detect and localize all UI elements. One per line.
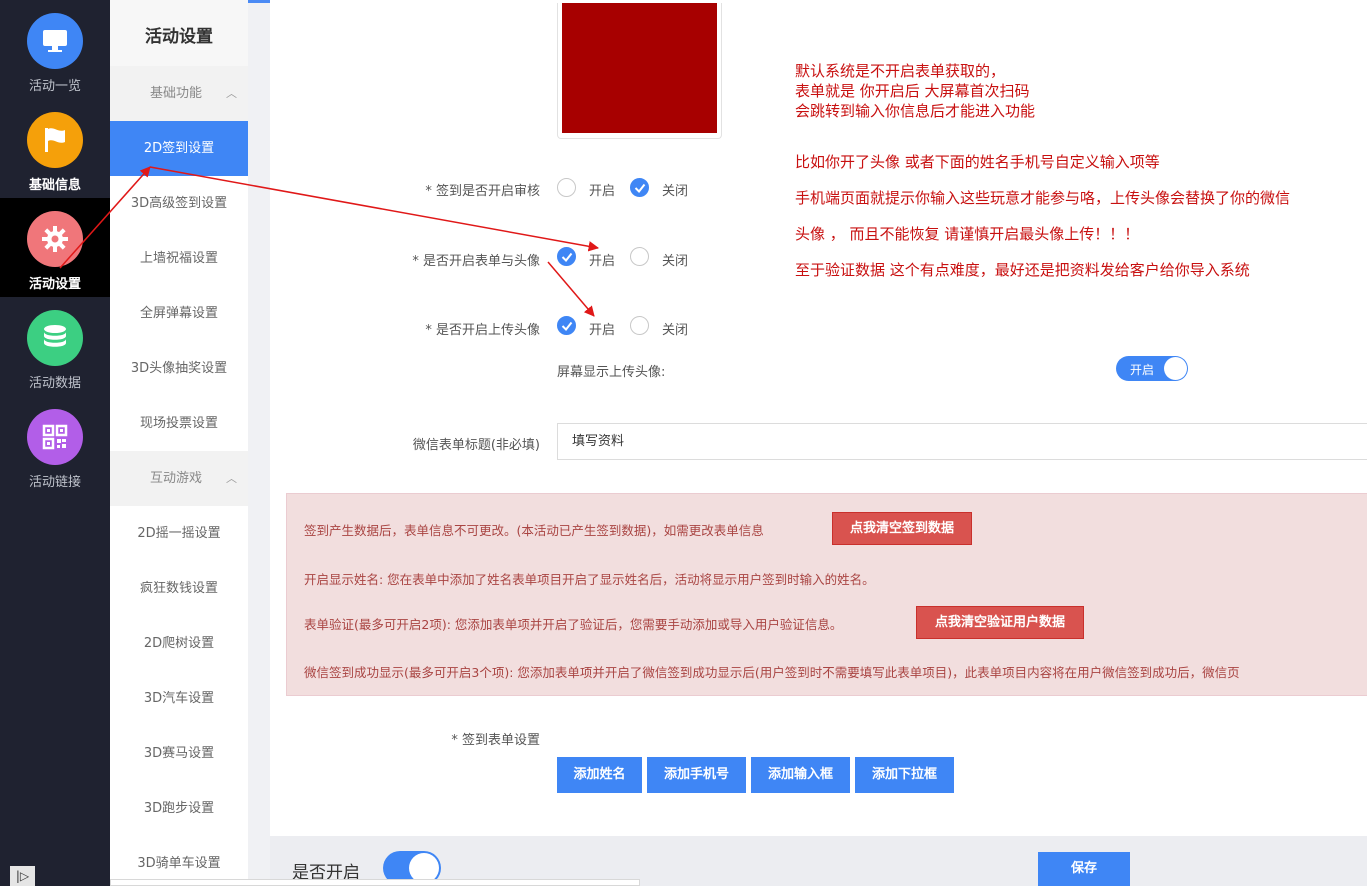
gear-icon	[27, 211, 83, 267]
audit-off-label: 关闭	[662, 184, 689, 199]
form-avatar-on-label: 开启	[589, 254, 616, 269]
icon-rail: 活动一览 基础信息 活动设置 活动数据 活动链接	[0, 0, 110, 886]
menu-item-danmaku[interactable]: 全屏弹幕设置	[110, 286, 248, 341]
chevron-up-icon: ︿	[226, 87, 237, 100]
clear-verify-data-button[interactable]: 点我清空验证用户数据	[916, 606, 1084, 639]
chevron-up-icon: ︿	[226, 472, 237, 485]
menu-item-car[interactable]: 3D汽车设置	[110, 671, 248, 726]
upload-avatar-on-radio[interactable]	[557, 316, 576, 335]
upload-avatar-on-label: 开启	[589, 323, 616, 338]
clear-signin-data-button[interactable]: 点我清空签到数据	[832, 512, 972, 545]
note-line: 表单就是 你开启后 大屏幕首次扫码	[795, 82, 1030, 100]
add-name-button[interactable]: 添加姓名	[557, 757, 642, 793]
uploaded-image	[562, 3, 717, 133]
main-panel	[270, 0, 1367, 836]
note-line: 头像 ， 而且不能恢复 请谨慎开启最头像上传！！！	[795, 225, 1140, 243]
menu-item-wall-blessing[interactable]: 上墙祝福设置	[110, 231, 248, 286]
menu-group-basic[interactable]: 基础功能 ︿	[110, 66, 248, 121]
upload-avatar-label: * 是否开启上传头像	[425, 323, 540, 338]
wechat-title-input[interactable]: 填写资料	[557, 423, 1367, 460]
rail-label: 活动一览	[28, 79, 81, 94]
info-alert: 签到产生数据后，表单信息不可更改。(本活动已产生签到数据)，如需更改表单信息 点…	[286, 493, 1367, 696]
audit-label: * 签到是否开启审核	[425, 184, 540, 199]
app: 活动一览 基础信息 活动设置 活动数据 活动链接 活动设置 基础功能 ︿ 2D签…	[0, 0, 1367, 886]
menu-group-games[interactable]: 互动游戏 ︿	[110, 451, 248, 506]
screen-avatar-label: 屏幕显示上传头像:	[557, 365, 666, 380]
rail-item-basic-info[interactable]: 基础信息	[0, 99, 110, 198]
note-line: 会跳转到输入你信息后才能进入功能	[795, 102, 1036, 120]
horizontal-scrollbar[interactable]	[110, 879, 640, 886]
rail-label: 基础信息	[28, 178, 81, 193]
rail-label: 活动数据	[28, 376, 81, 391]
add-phone-button[interactable]: 添加手机号	[647, 757, 746, 793]
note-line: 比如你开了头像 或者下面的姓名手机号自定义输入项等	[795, 153, 1160, 171]
qrcode-icon	[27, 409, 83, 465]
rail-item-links[interactable]: 活动链接	[0, 396, 110, 495]
rail-item-settings[interactable]: 活动设置	[0, 198, 110, 297]
note-line: 至于验证数据 这个有点难度，最好还是把资料发给客户给你导入系统	[795, 261, 1250, 279]
menu-group-label: 基础功能	[150, 86, 203, 101]
note-line: 手机端页面就提示你输入这些玩意才能参与咯，上传头像会替换了你的微信	[795, 189, 1291, 207]
settings-menu: 活动设置 基础功能 ︿ 2D签到设置 3D高级签到设置 上墙祝福设置 全屏弹幕设…	[110, 0, 248, 886]
wechat-title-label: 微信表单标题(非必填)	[412, 438, 540, 453]
check-icon	[561, 321, 573, 332]
menu-item-vote[interactable]: 现场投票设置	[110, 396, 248, 451]
menu-item-money[interactable]: 疯狂数钱设置	[110, 561, 248, 616]
monitor-icon	[27, 13, 83, 69]
collapse-sidebar-icon[interactable]: |▷	[10, 866, 35, 886]
menu-title: 活动设置	[145, 27, 213, 47]
switch-text: 开启	[1130, 363, 1155, 377]
menu-item-shake[interactable]: 2D摇一摇设置	[110, 506, 248, 561]
screen-avatar-switch[interactable]: 开启	[1116, 356, 1188, 381]
rail-item-overview[interactable]: 活动一览	[0, 0, 110, 99]
menu-group-label: 互动游戏	[150, 471, 203, 486]
form-avatar-on-radio[interactable]	[557, 247, 576, 266]
menu-item-tree[interactable]: 2D爬树设置	[110, 616, 248, 671]
form-avatar-off-radio[interactable]	[630, 247, 649, 266]
check-icon	[561, 252, 573, 263]
menu-item-run[interactable]: 3D跑步设置	[110, 781, 248, 836]
menu-item-3d-lottery[interactable]: 3D头像抽奖设置	[110, 341, 248, 396]
menu-item-3d-signin[interactable]: 3D高级签到设置	[110, 176, 248, 231]
audit-on-label: 开启	[589, 184, 616, 199]
menu-item-2d-signin[interactable]: 2D签到设置	[110, 121, 248, 176]
flag-icon	[27, 112, 83, 168]
rail-label: 活动链接	[28, 475, 81, 490]
rail-label: 活动设置	[28, 277, 81, 292]
alert-line: 签到产生数据后，表单信息不可更改。(本活动已产生签到数据)，如需更改表单信息	[304, 523, 764, 538]
check-icon	[634, 183, 646, 194]
alert-line: 开启显示姓名: 您在表单中添加了姓名表单项目开启了显示姓名后，活动将显示用户签到…	[304, 572, 875, 587]
alert-line: 表单验证(最多可开启2项): 您添加表单项并开启了验证后，您需要手动添加或导入用…	[304, 617, 843, 632]
add-select-button[interactable]: 添加下拉框	[855, 757, 954, 793]
save-button[interactable]: 保存	[1038, 852, 1130, 886]
upload-avatar-off-radio[interactable]	[630, 316, 649, 335]
switch-knob	[1164, 357, 1187, 380]
menu-item-horse[interactable]: 3D赛马设置	[110, 726, 248, 781]
form-avatar-off-label: 关闭	[662, 254, 689, 269]
database-icon	[27, 310, 83, 366]
upload-avatar-off-label: 关闭	[662, 323, 689, 338]
audit-on-radio[interactable]	[557, 178, 576, 197]
add-input-button[interactable]: 添加输入框	[751, 757, 850, 793]
alert-line: 微信签到成功显示(最多可开启3个项): 您添加表单项并开启了微信签到成功显示后(…	[304, 665, 1240, 680]
rail-item-data[interactable]: 活动数据	[0, 297, 110, 396]
audit-off-radio[interactable]	[630, 178, 649, 197]
form-avatar-label: * 是否开启表单与头像	[412, 254, 540, 269]
signin-form-label: * 签到表单设置	[451, 733, 540, 748]
note-line: 默认系统是不开启表单获取的，	[795, 62, 1006, 80]
